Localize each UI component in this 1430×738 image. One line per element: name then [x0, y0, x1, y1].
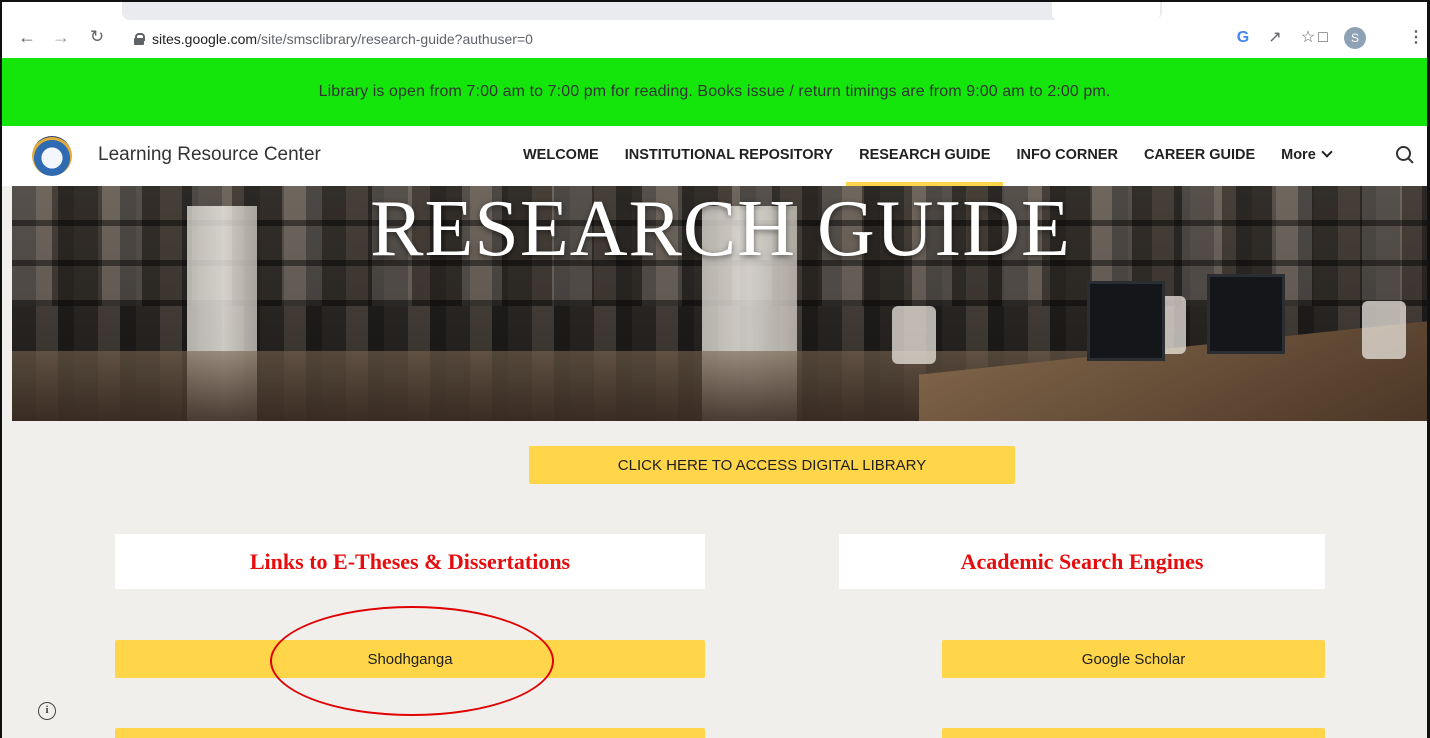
browser-window: ← → ↻ sites.google.com/site/smsclibrary/…: [0, 0, 1430, 738]
google-scholar-button[interactable]: Google Scholar: [942, 640, 1325, 678]
site-header: Learning Resource Center WELCOME INSTITU…: [2, 126, 1427, 186]
hero-title: RESEARCH GUIDE: [370, 186, 1071, 273]
lock-icon[interactable]: [134, 33, 145, 45]
announcement-text: Library is open from 7:00 am to 7:00 pm …: [318, 83, 1111, 100]
url-path: /site/smsclibrary/research-guide?authuse…: [257, 31, 533, 47]
next-theses-link-button[interactable]: [115, 728, 705, 738]
tab-strip: [122, 2, 1162, 20]
site-name[interactable]: Learning Resource Center: [98, 144, 321, 166]
kebab-menu-icon[interactable]: ⋮: [1405, 28, 1427, 48]
next-search-engine-button[interactable]: [942, 728, 1325, 738]
site-logo-icon[interactable]: [32, 136, 72, 176]
chevron-down-icon: [1321, 146, 1333, 158]
hero-chair: [892, 306, 936, 364]
back-arrow-icon[interactable]: ←: [16, 26, 38, 48]
search-engines-heading: Academic Search Engines: [839, 534, 1325, 589]
nav-item-institutional-repository[interactable]: INSTITUTIONAL REPOSITORY: [612, 126, 846, 186]
nav-item-research-guide[interactable]: RESEARCH GUIDE: [846, 126, 1004, 186]
info-icon[interactable]: i: [38, 702, 56, 720]
e-theses-heading: Links to E-Theses & Dissertations: [115, 534, 705, 589]
hero-chair: [1362, 301, 1406, 359]
site-navigation: WELCOME INSTITUTIONAL REPOSITORY RESEARC…: [510, 126, 1344, 186]
url-host: sites.google.com: [152, 31, 258, 47]
active-tab[interactable]: [1052, 2, 1160, 20]
forward-arrow-icon[interactable]: →: [50, 26, 72, 48]
hero-monitor: [1087, 281, 1165, 361]
google-icon[interactable]: G: [1232, 28, 1254, 48]
digital-library-button[interactable]: CLICK HERE TO ACCESS DIGITAL LIBRARY: [529, 446, 1015, 484]
reload-icon[interactable]: ↻: [86, 26, 108, 48]
shodhganga-button[interactable]: Shodhganga: [115, 640, 705, 678]
hero-banner: RESEARCH GUIDE: [12, 186, 1427, 421]
nav-more-label: More: [1281, 147, 1316, 163]
share-icon[interactable]: ↗: [1264, 28, 1286, 48]
search-icon[interactable]: [1396, 146, 1416, 166]
nav-item-welcome[interactable]: WELCOME: [510, 126, 612, 186]
url-text[interactable]: sites.google.com/site/smsclibrary/resear…: [152, 31, 533, 47]
side-panel-icon-glyph[interactable]: □: [1312, 28, 1334, 48]
hero-monitor: [1207, 274, 1285, 354]
announcement-bar: Library is open from 7:00 am to 7:00 pm …: [2, 58, 1427, 126]
address-bar[interactable]: sites.google.com/site/smsclibrary/resear…: [122, 25, 1152, 53]
browser-toolbar: ← → ↻ sites.google.com/site/smsclibrary/…: [2, 2, 1427, 58]
nav-item-career-guide[interactable]: CAREER GUIDE: [1131, 126, 1268, 186]
profile-avatar[interactable]: S: [1344, 27, 1366, 49]
nav-item-info-corner[interactable]: INFO CORNER: [1003, 126, 1131, 186]
nav-item-more[interactable]: More: [1268, 126, 1344, 186]
